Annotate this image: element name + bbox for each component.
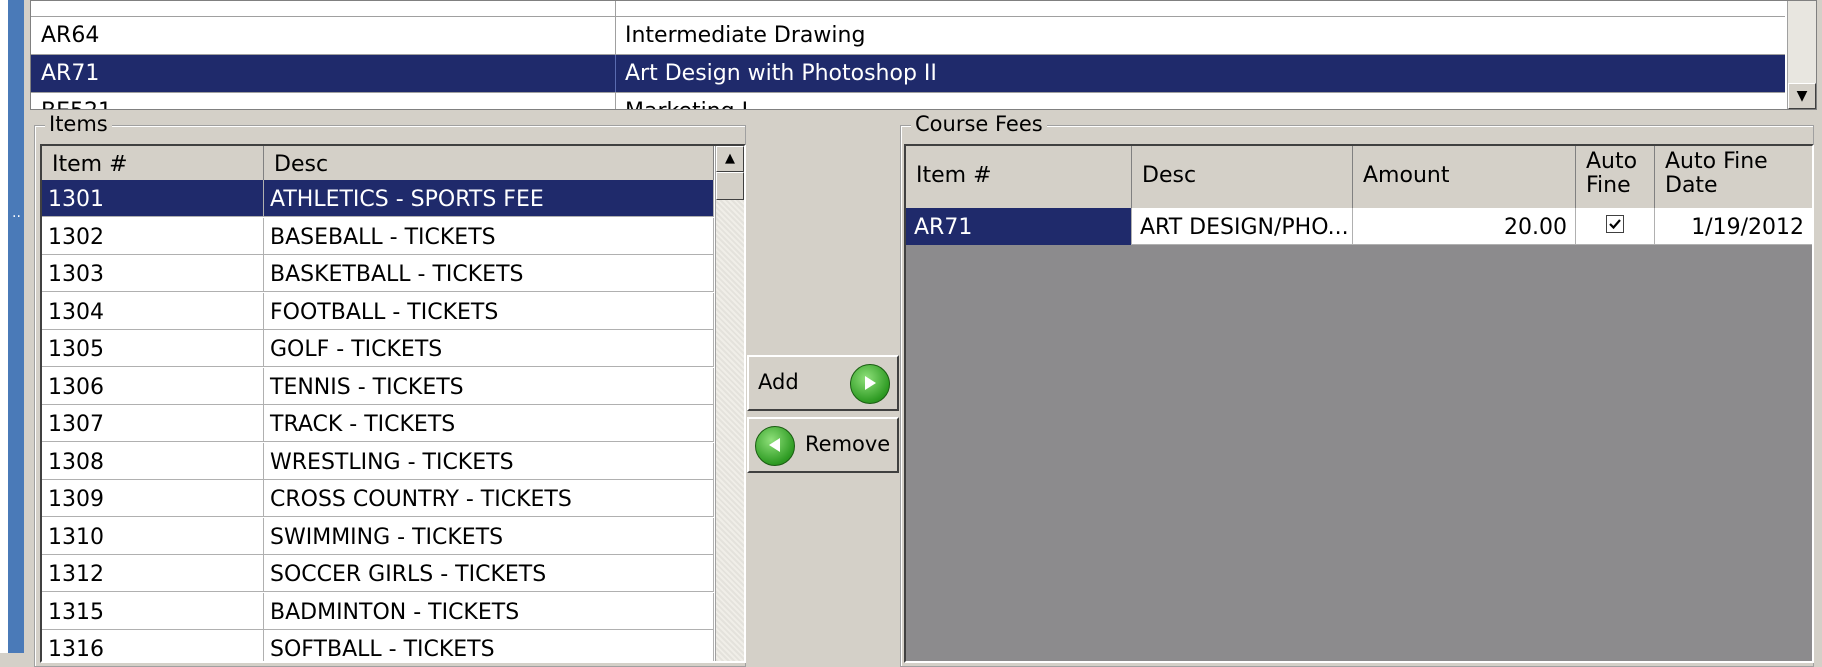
item-row[interactable]: 1315 BADMINTON - TICKETS [42, 592, 714, 630]
course-list-scrollbar[interactable]: ▼ [1787, 1, 1816, 109]
item-number-cell: 1305 [42, 330, 264, 367]
item-desc-cell: FOOTBALL - TICKETS [264, 292, 714, 330]
scroll-thumb[interactable] [716, 172, 744, 200]
course-name: Art Design with Photoshop II [625, 61, 937, 86]
item-number-cell: 1301 [42, 180, 264, 217]
fee-desc-cell[interactable]: ART DESIGN/PHO... [1132, 208, 1353, 245]
item-number-cell: 1303 [42, 255, 264, 292]
scroll-up-icon[interactable]: ▲ [716, 146, 744, 172]
item-row[interactable]: 1302 BASEBALL - TICKETS [42, 217, 714, 255]
arrow-left-icon [755, 426, 795, 466]
item-number-cell: 1312 [42, 555, 264, 592]
item-desc-cell: BASKETBALL - TICKETS [264, 255, 714, 292]
item-number-cell: 1304 [42, 292, 264, 330]
item-number-cell: 1315 [42, 592, 264, 630]
course-code: BE521 [41, 99, 112, 109]
header-line: Date [1665, 173, 1718, 198]
course-name: Marketing I [625, 99, 748, 109]
remove-button-label: Remove [805, 432, 891, 456]
column-header-auto-fine-date[interactable]: Auto Fine Date [1655, 146, 1812, 208]
item-desc-cell: SOCCER GIRLS - TICKETS [264, 555, 714, 592]
item-desc-cell: SWIMMING - TICKETS [264, 517, 714, 555]
item-row-selected[interactable]: 1301 ATHLETICS - SPORTS FEE [42, 180, 714, 217]
fee-auto-fine-cell[interactable] [1576, 208, 1655, 245]
add-button[interactable]: Add [747, 355, 899, 411]
items-grid-scrollbar[interactable]: ▲ [715, 146, 744, 661]
course-name: Intermediate Drawing [625, 23, 866, 48]
add-button-label: Add [758, 370, 799, 394]
fee-row[interactable]: AR71 ART DESIGN/PHO... 20.00 1/19/2012 [906, 208, 1812, 245]
item-number-cell: 1309 [42, 480, 264, 517]
item-row[interactable]: 1304 FOOTBALL - TICKETS [42, 292, 714, 330]
item-number-cell: 1307 [42, 405, 264, 442]
item-row[interactable]: 1306 TENNIS - TICKETS [42, 367, 714, 405]
items-group-title: Items [45, 112, 112, 136]
course-fees-grid[interactable]: Item # Desc Amount Auto Fine Auto Fine D… [904, 144, 1814, 663]
course-row[interactable]: AR64 Intermediate Drawing [31, 17, 1785, 55]
item-desc-cell: SOFTBALL - TICKETS [264, 630, 714, 661]
arrow-right-icon [850, 364, 890, 404]
item-row[interactable]: 1303 BASKETBALL - TICKETS [42, 255, 714, 292]
item-number-cell: 1308 [42, 442, 264, 480]
column-header-desc[interactable]: Desc [1132, 146, 1353, 208]
header-line: Auto Fine [1665, 149, 1768, 174]
fee-auto-fine-date-cell[interactable]: 1/19/2012 [1655, 208, 1812, 245]
item-row[interactable]: 1310 SWIMMING - TICKETS [42, 517, 714, 555]
item-desc-cell: BASEBALL - TICKETS [264, 217, 714, 255]
left-edge-strip: ·· [0, 0, 24, 653]
item-number-cell: 1310 [42, 517, 264, 555]
item-number-cell: 1302 [42, 217, 264, 255]
item-desc-cell: GOLF - TICKETS [264, 330, 714, 367]
item-row[interactable]: 1316 SOFTBALL - TICKETS [42, 630, 714, 661]
course-code: AR71 [41, 61, 100, 86]
fee-amount-cell[interactable]: 20.00 [1353, 208, 1576, 245]
column-header-item[interactable]: Item # [906, 146, 1132, 208]
items-grid[interactable]: Item # Desc 1301 ATHLETICS - SPORTS FEE 13… [40, 144, 746, 663]
items-grid-header: Item # Desc [42, 146, 714, 181]
item-row[interactable]: 1312 SOCCER GIRLS - TICKETS [42, 555, 714, 592]
fees-grid-header: Item # Desc Amount Auto Fine Auto Fine D… [906, 146, 1812, 209]
column-header-desc[interactable]: Desc [264, 146, 714, 180]
course-code: AR64 [41, 23, 100, 48]
course-fees-group-title: Course Fees [911, 112, 1047, 136]
course-row-selected[interactable]: AR71 Art Design with Photoshop II [31, 55, 1785, 93]
item-row[interactable]: 1307 TRACK - TICKETS [42, 405, 714, 442]
item-desc-cell: ATHLETICS - SPORTS FEE [264, 180, 714, 217]
item-desc-cell: BADMINTON - TICKETS [264, 592, 714, 630]
item-desc-cell: TRACK - TICKETS [264, 405, 714, 442]
item-desc-cell: WRESTLING - TICKETS [264, 442, 714, 480]
course-row[interactable] [31, 1, 1785, 17]
course-row[interactable]: BE521 Marketing I [31, 93, 1785, 109]
item-row[interactable]: 1308 WRESTLING - TICKETS [42, 442, 714, 480]
item-row[interactable]: 1309 CROSS COUNTRY - TICKETS [42, 480, 714, 517]
scroll-down-icon[interactable]: ▼ [1788, 83, 1816, 109]
remove-button[interactable]: Remove [747, 417, 899, 473]
column-header-amount[interactable]: Amount [1353, 146, 1576, 208]
item-desc-cell: TENNIS - TICKETS [264, 367, 714, 405]
left-accent-bar [8, 0, 24, 653]
item-number-cell: 1306 [42, 367, 264, 405]
header-line: Auto [1586, 149, 1638, 174]
item-row[interactable]: 1305 GOLF - TICKETS [42, 330, 714, 367]
column-header-auto-fine[interactable]: Auto Fine [1576, 146, 1655, 208]
fee-item-cell[interactable]: AR71 [906, 208, 1132, 245]
column-header-item[interactable]: Item # [42, 146, 264, 180]
auto-fine-checkbox[interactable] [1606, 215, 1624, 233]
course-list[interactable]: AR64 Intermediate Drawing AR71 Art Desig… [30, 0, 1817, 110]
header-line: Fine [1586, 173, 1631, 198]
splitter-grip[interactable]: ·· [12, 210, 21, 224]
item-desc-cell: CROSS COUNTRY - TICKETS [264, 480, 714, 517]
item-number-cell: 1316 [42, 630, 264, 661]
